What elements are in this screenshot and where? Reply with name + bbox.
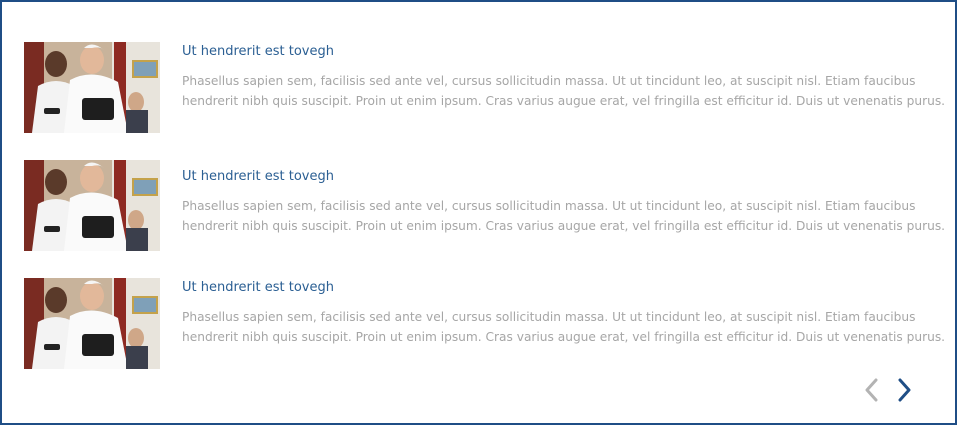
item-description: Phasellus sapien sem, facilisis sed ante…	[182, 310, 946, 344]
thumbnail-image[interactable]	[24, 42, 160, 133]
item-title[interactable]: Ut hendrerit est tovegh	[182, 44, 334, 59]
list-item: Ut hendrerit est tovegh Phasellus sapien…	[24, 42, 946, 134]
chevron-right-icon	[898, 378, 911, 402]
thumbnail-image[interactable]	[24, 160, 160, 251]
item-title[interactable]: Ut hendrerit est tovegh	[182, 280, 334, 295]
chevron-left-icon	[865, 378, 878, 402]
item-description: Phasellus sapien sem, facilisis sed ante…	[182, 199, 946, 233]
photo-illustration	[24, 278, 160, 369]
pagination-controls	[861, 377, 915, 403]
next-button[interactable]	[893, 377, 915, 403]
item-description: Phasellus sapien sem, facilisis sed ante…	[182, 74, 946, 108]
photo-illustration	[24, 160, 160, 251]
prev-button[interactable]	[861, 377, 883, 403]
item-title[interactable]: Ut hendrerit est tovegh	[182, 169, 334, 184]
list-item: Ut hendrerit est tovegh Phasellus sapien…	[24, 160, 946, 252]
thumbnail-image[interactable]	[24, 278, 160, 369]
photo-illustration	[24, 42, 160, 133]
news-list-widget: Ut hendrerit est tovegh Phasellus sapien…	[0, 0, 957, 425]
list-item: Ut hendrerit est tovegh Phasellus sapien…	[24, 278, 946, 370]
